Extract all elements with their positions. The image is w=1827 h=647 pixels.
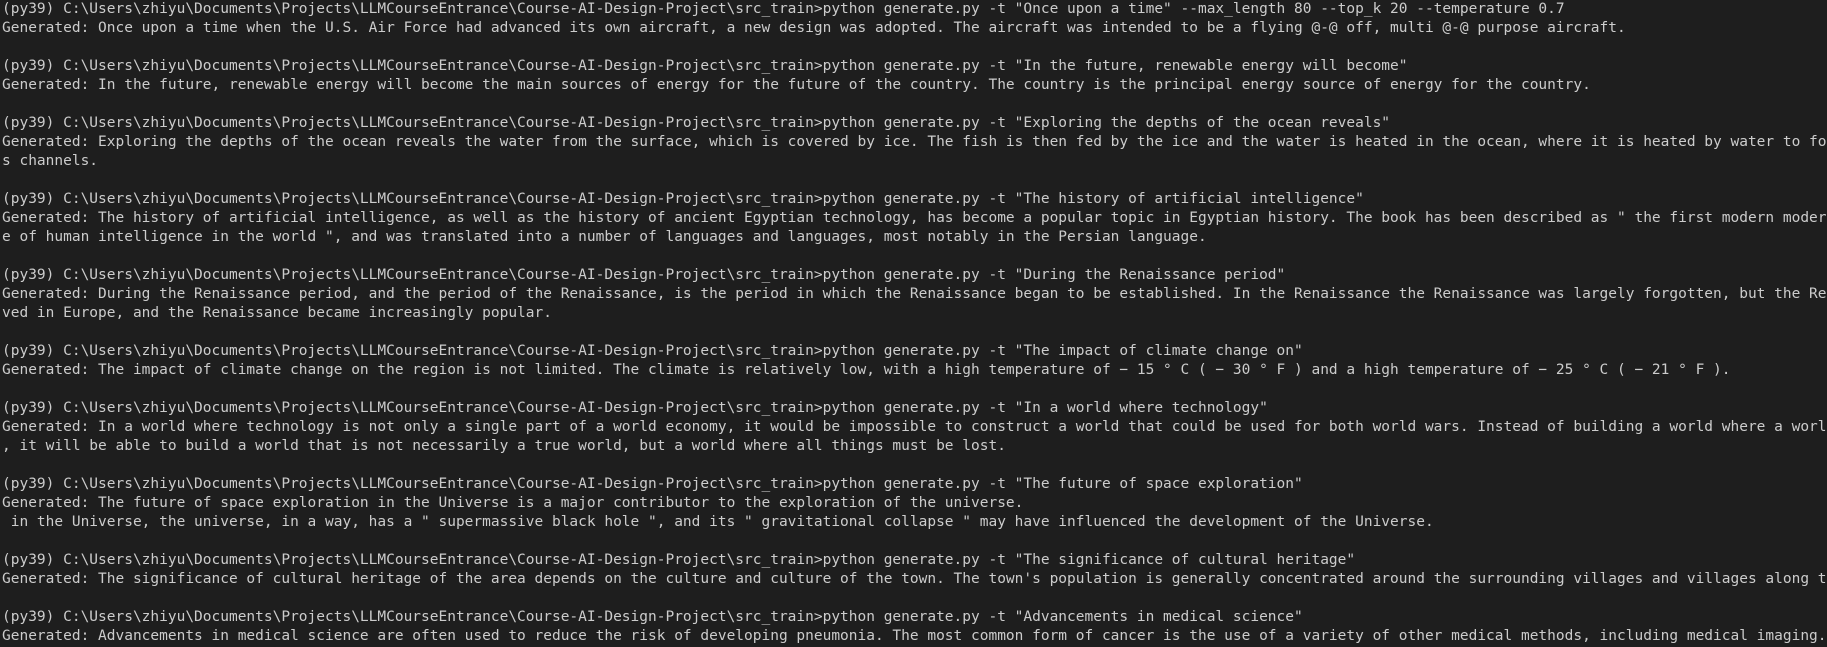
command-line: (py39) C:\Users\zhiyu\Documents\Projects… xyxy=(2,476,1303,492)
command-line: (py39) C:\Users\zhiyu\Documents\Projects… xyxy=(2,1,1565,17)
output-line: Generated: The impact of climate change … xyxy=(2,362,1731,378)
output-line: Generated: The history of artificial int… xyxy=(2,210,1827,226)
output-line: Generated: In a world where technology i… xyxy=(2,419,1827,435)
command-line: (py39) C:\Users\zhiyu\Documents\Projects… xyxy=(2,343,1303,359)
output-line: Generated: Once upon a time when the U.S… xyxy=(2,20,1626,36)
command-line: (py39) C:\Users\zhiyu\Documents\Projects… xyxy=(2,609,1303,625)
terminal-output[interactable]: (py39) C:\Users\zhiyu\Documents\Projects… xyxy=(0,0,1827,647)
command-line: (py39) C:\Users\zhiyu\Documents\Projects… xyxy=(2,552,1356,568)
output-line: ved in Europe, and the Renaissance becam… xyxy=(2,305,552,321)
output-line: e of human intelligence in the world ", … xyxy=(2,229,1207,245)
command-line: (py39) C:\Users\zhiyu\Documents\Projects… xyxy=(2,115,1391,131)
command-line: (py39) C:\Users\zhiyu\Documents\Projects… xyxy=(2,191,1364,207)
output-line: Generated: Advancements in medical scien… xyxy=(2,628,1827,644)
output-line: s channels. xyxy=(2,153,99,169)
command-line: (py39) C:\Users\zhiyu\Documents\Projects… xyxy=(2,58,1408,74)
command-line: (py39) C:\Users\zhiyu\Documents\Projects… xyxy=(2,267,1286,283)
output-line: , it will be able to build a world that … xyxy=(2,438,1006,454)
output-line: Generated: The significance of cultural … xyxy=(2,571,1827,587)
output-line: Generated: During the Renaissance period… xyxy=(2,286,1827,302)
output-line: in the Universe, the universe, in a way,… xyxy=(2,514,1434,530)
output-line: Generated: In the future, renewable ener… xyxy=(2,77,1591,93)
output-line: Generated: The future of space explorati… xyxy=(2,495,1024,511)
output-line: Generated: Exploring the depths of the o… xyxy=(2,134,1827,150)
command-line: (py39) C:\Users\zhiyu\Documents\Projects… xyxy=(2,400,1268,416)
